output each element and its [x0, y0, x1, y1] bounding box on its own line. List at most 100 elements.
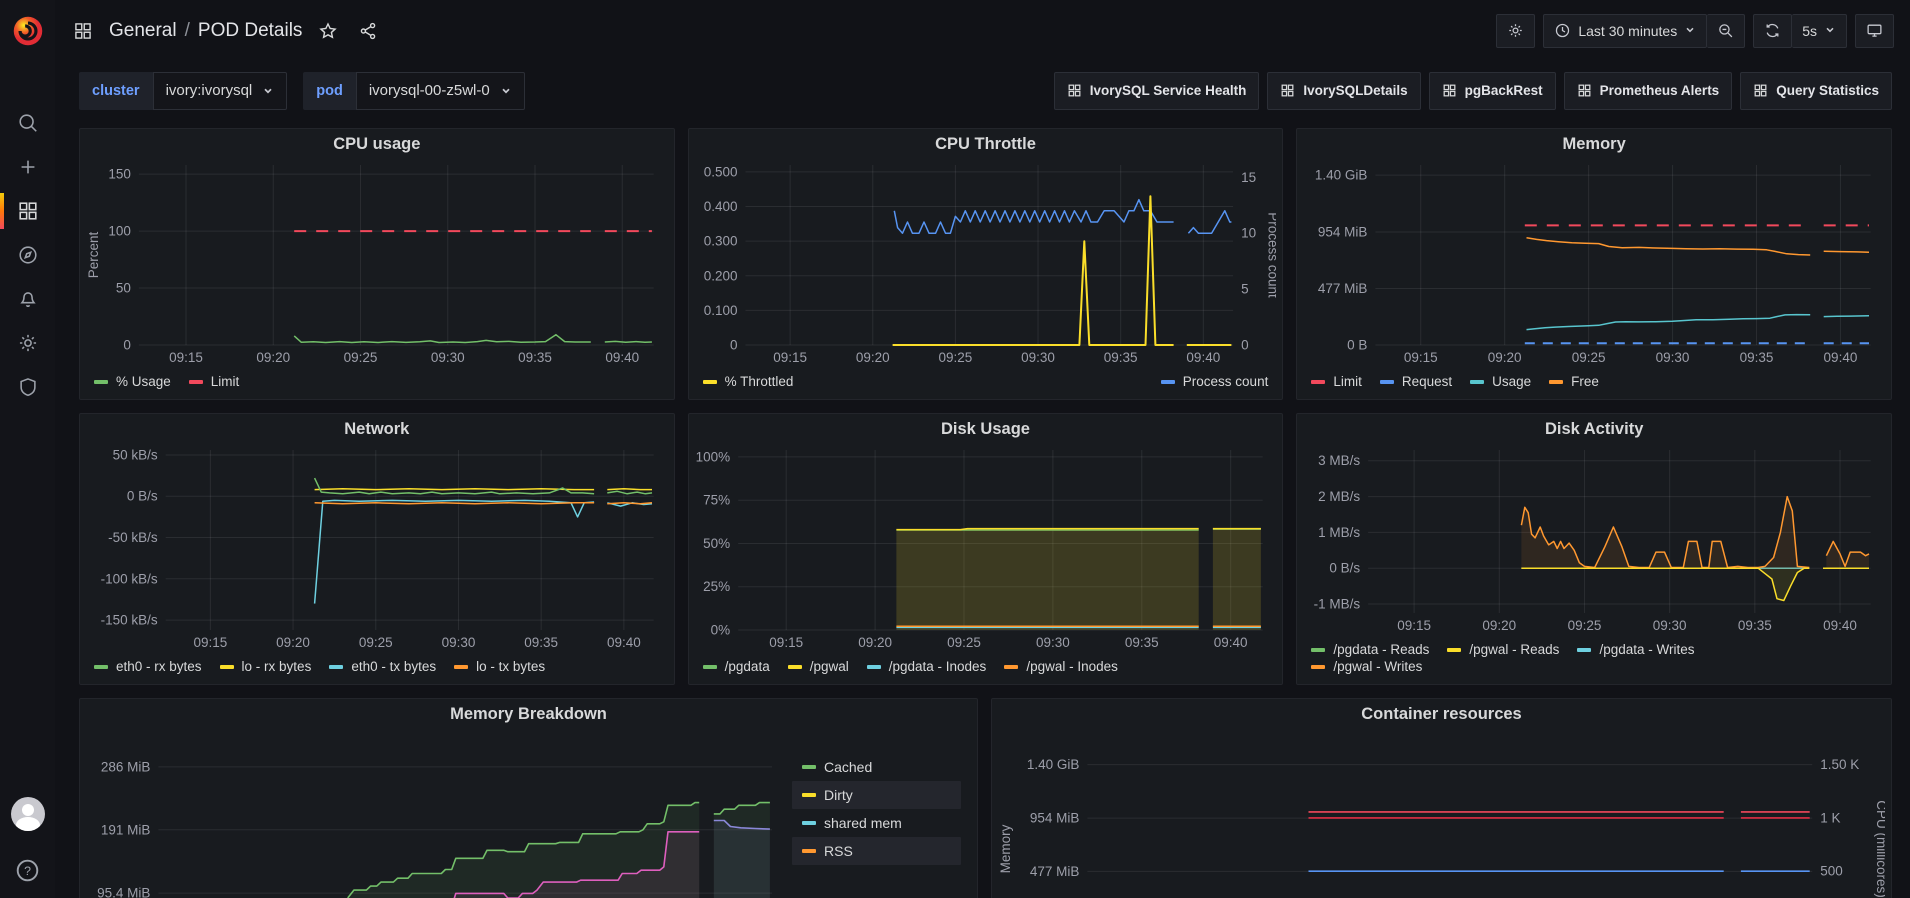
svg-text:-1 MB/s: -1 MB/s	[1314, 597, 1361, 612]
panel-title[interactable]: CPU Throttle	[689, 129, 1283, 159]
refresh-button[interactable]	[1753, 14, 1792, 48]
legend-swatch	[802, 849, 816, 853]
dashboard-link-prometheus-alerts[interactable]: Prometheus Alerts	[1564, 72, 1733, 110]
panel-title[interactable]: Disk Usage	[689, 414, 1283, 444]
legend-item[interactable]: lo - tx bytes	[454, 659, 545, 674]
legend-item[interactable]: Request	[1380, 374, 1452, 389]
zoom-out-button[interactable]	[1707, 14, 1745, 48]
legend-label: Limit	[1333, 374, 1362, 389]
share-dashboard-button[interactable]	[354, 17, 382, 45]
legend-item[interactable]: shared mem	[792, 809, 961, 837]
svg-text:09:15: 09:15	[773, 350, 807, 365]
sidebar-item-dashboards[interactable]	[0, 189, 55, 233]
shield-icon	[17, 376, 39, 398]
legend-item[interactable]: Cached	[792, 753, 961, 781]
cpu-usage-chart[interactable]: 05010015009:1509:2009:2509:3009:3509:40P…	[86, 159, 668, 369]
container-resources-chart[interactable]: 477 MiB954 MiB1.40 GiB5001 K1.50 KMemory…	[998, 729, 1885, 898]
legend-item[interactable]: /pgdata	[703, 659, 770, 674]
svg-text:0.300: 0.300	[703, 234, 737, 249]
legend-item[interactable]: /pgwal - Writes	[1311, 659, 1422, 674]
breadcrumb: General / POD Details	[109, 20, 302, 42]
legend-item[interactable]: /pgwal - Inodes	[1004, 659, 1118, 674]
sidebar-item-explore[interactable]	[0, 233, 55, 277]
sidebar-item-server-admin[interactable]	[0, 365, 55, 409]
refresh-interval-picker[interactable]: 5s	[1792, 14, 1847, 48]
legend-label: Free	[1571, 374, 1599, 389]
star-dashboard-button[interactable]	[314, 17, 342, 45]
dashboard-link-ivorysql-service-health[interactable]: IvorySQL Service Health	[1054, 72, 1260, 110]
cpu-throttle-chart[interactable]: 00.1000.2000.3000.4000.50009:1509:2009:2…	[695, 159, 1277, 369]
network-chart[interactable]: 50 kB/s0 B/s-50 kB/s-100 kB/s-150 kB/s09…	[86, 444, 668, 654]
breadcrumb-folder[interactable]: General	[109, 20, 177, 42]
svg-text:09:25: 09:25	[344, 350, 378, 365]
legend-item[interactable]: /pgdata - Writes	[1577, 642, 1694, 657]
variable-cluster-picker[interactable]: ivory:ivorysql	[153, 72, 288, 110]
main-area: General / POD Details Las	[55, 0, 1910, 898]
panel-title[interactable]: Disk Activity	[1297, 414, 1891, 444]
legend-item[interactable]: RSS	[792, 837, 961, 865]
legend-item[interactable]: Usage	[1470, 374, 1531, 389]
grafana-logo[interactable]	[0, 0, 55, 61]
svg-text:09:35: 09:35	[1103, 350, 1137, 365]
disk-usage-chart[interactable]: 0%25%50%75%100%09:1509:2009:2509:3009:35…	[695, 444, 1277, 654]
panel-title[interactable]: Network	[80, 414, 674, 444]
svg-text:286 MiB: 286 MiB	[101, 759, 151, 774]
legend-item[interactable]: Process count	[1161, 374, 1269, 389]
dashboard-settings-button[interactable]	[1496, 14, 1535, 48]
search-icon	[17, 112, 39, 134]
legend-item[interactable]: eth0 - rx bytes	[94, 659, 202, 674]
svg-text:09:40: 09:40	[1186, 350, 1220, 365]
memory-breakdown-chart[interactable]: 95.4 MiB191 MiB286 MiB	[86, 729, 786, 898]
dashboard-link-ivorysqldetails[interactable]: IvorySQLDetails	[1267, 72, 1420, 110]
breadcrumb-dashboard[interactable]: POD Details	[198, 20, 303, 42]
legend-item[interactable]: /pgwal - Reads	[1447, 642, 1559, 657]
refresh-interval-label: 5s	[1802, 23, 1817, 39]
svg-text:09:25: 09:25	[938, 350, 972, 365]
dashboard-link-pgbackrest[interactable]: pgBackRest	[1429, 72, 1556, 110]
svg-text:477 MiB: 477 MiB	[1030, 864, 1080, 879]
svg-text:Process count: Process count	[1265, 212, 1276, 298]
dashboard-link-query-statistics[interactable]: Query Statistics	[1740, 72, 1892, 110]
help-button[interactable]: ?	[14, 857, 41, 884]
disk-activity-chart[interactable]: -1 MB/s0 B/s1 MB/s2 MB/s3 MB/s09:1509:20…	[1303, 444, 1885, 637]
cpu-throttle-legend: % Throttled Process count	[695, 369, 1277, 399]
sidebar-item-alerting[interactable]	[0, 277, 55, 321]
svg-text:09:30: 09:30	[1036, 635, 1070, 650]
variable-pod-picker[interactable]: ivorysql-00-z5wl-0	[356, 72, 525, 110]
legend-item[interactable]: % Usage	[94, 374, 171, 389]
memory-chart[interactable]: 0 B477 MiB954 MiB1.40 GiB09:1509:2009:25…	[1303, 159, 1885, 369]
dashboard-link-label: Query Statistics	[1776, 83, 1879, 98]
legend-item[interactable]: /pgdata - Inodes	[867, 659, 987, 674]
svg-text:0: 0	[1241, 338, 1249, 353]
legend-item[interactable]: /pgdata - Reads	[1311, 642, 1429, 657]
panel-title[interactable]: Container resources	[992, 699, 1891, 729]
legend-item[interactable]: Dirty	[792, 781, 961, 809]
legend-item[interactable]: Limit	[1311, 374, 1362, 389]
network-legend: eth0 - rx bytes lo - rx bytes eth0 - tx by…	[86, 654, 668, 684]
user-avatar[interactable]	[11, 797, 45, 831]
svg-text:09:35: 09:35	[1125, 635, 1159, 650]
dashboard-picker-button[interactable]	[69, 17, 97, 45]
svg-text:09:15: 09:15	[169, 350, 203, 365]
legend-swatch	[703, 665, 717, 669]
legend-item[interactable]: Limit	[189, 374, 240, 389]
panel-title[interactable]: Memory Breakdown	[80, 699, 977, 729]
legend-item[interactable]: /pgwal	[788, 659, 849, 674]
share-icon	[358, 21, 378, 41]
panel-title[interactable]: CPU usage	[80, 129, 674, 159]
dashboard-link-label: Prometheus Alerts	[1600, 83, 1720, 98]
sidebar-item-search[interactable]	[0, 101, 55, 145]
sidebar-item-create[interactable]	[0, 145, 55, 189]
legend-item[interactable]: % Throttled	[703, 374, 794, 389]
memory-breakdown-legend: CachedDirtyshared memRSS	[786, 729, 971, 898]
sidebar-item-configuration[interactable]	[0, 321, 55, 365]
svg-text:?: ?	[24, 864, 31, 878]
legend-item[interactable]: lo - rx bytes	[220, 659, 312, 674]
legend-item[interactable]: Free	[1549, 374, 1599, 389]
legend-item[interactable]: eth0 - tx bytes	[329, 659, 436, 674]
svg-text:09:20: 09:20	[856, 350, 890, 365]
time-range-picker[interactable]: Last 30 minutes	[1543, 14, 1707, 48]
panel-title[interactable]: Memory	[1297, 129, 1891, 159]
disk-activity-legend: /pgdata - Reads/pgwal - Reads/pgdata - W…	[1303, 637, 1885, 684]
cycle-view-mode-button[interactable]	[1855, 14, 1894, 48]
